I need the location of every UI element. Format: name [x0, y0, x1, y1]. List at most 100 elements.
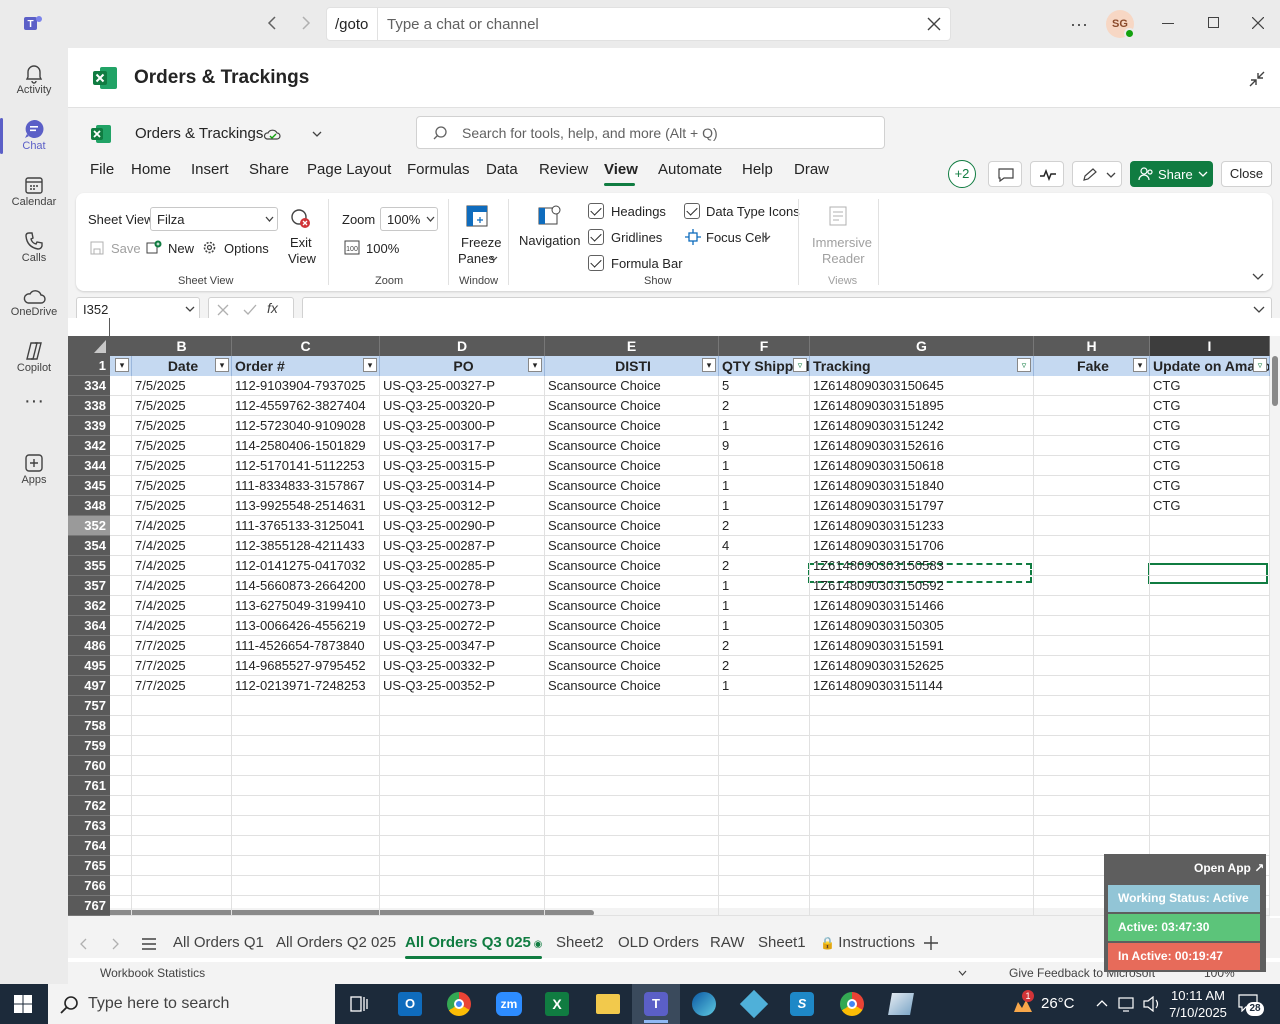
- table-cell[interactable]: 7/4/2025: [132, 616, 232, 636]
- volume-icon[interactable]: [1143, 996, 1161, 1012]
- rail-item-more[interactable]: ···: [0, 388, 68, 444]
- row-header[interactable]: 342: [68, 436, 110, 456]
- table-cell[interactable]: 1Z6148090303150583: [810, 556, 1034, 576]
- table-cell[interactable]: [110, 596, 132, 616]
- table-cell[interactable]: [110, 896, 132, 916]
- row-header[interactable]: 495: [68, 656, 110, 676]
- sheet-tab[interactable]: Sheet2: [556, 934, 604, 951]
- row-header[interactable]: 762: [68, 796, 110, 816]
- sheet-view-dropdown[interactable]: Filza: [150, 207, 278, 231]
- row-header[interactable]: 766: [68, 876, 110, 896]
- table-cell[interactable]: 7/4/2025: [132, 576, 232, 596]
- table-cell[interactable]: [810, 856, 1034, 876]
- sheet-tab[interactable]: All Orders Q2 025: [276, 934, 396, 951]
- table-cell[interactable]: [232, 716, 380, 736]
- table-cell[interactable]: [110, 436, 132, 456]
- table-cell[interactable]: [132, 776, 232, 796]
- table-cell[interactable]: 113-9925548-2514631: [232, 496, 380, 516]
- table-cell[interactable]: [380, 896, 545, 916]
- all-sheets-menu-icon[interactable]: [142, 938, 156, 950]
- table-cell[interactable]: 7/7/2025: [132, 676, 232, 696]
- table-cell[interactable]: [545, 756, 719, 776]
- table-cell[interactable]: 1Z6148090303151233: [810, 516, 1034, 536]
- table-cell[interactable]: 7/4/2025: [132, 516, 232, 536]
- row-header[interactable]: 486: [68, 636, 110, 656]
- table-cell[interactable]: [110, 756, 132, 776]
- network-icon[interactable]: [1118, 996, 1136, 1012]
- table-cell[interactable]: [810, 796, 1034, 816]
- catch-up-button[interactable]: [1030, 161, 1064, 187]
- table-cell[interactable]: 2: [719, 656, 810, 676]
- table-cell[interactable]: [380, 756, 545, 776]
- table-cell[interactable]: 4: [719, 536, 810, 556]
- table-cell[interactable]: US-Q3-25-00352-P: [380, 676, 545, 696]
- table-cell[interactable]: [232, 736, 380, 756]
- table-cell[interactable]: [110, 816, 132, 836]
- row-header[interactable]: 334: [68, 376, 110, 396]
- table-cell[interactable]: [110, 556, 132, 576]
- table-cell[interactable]: [719, 876, 810, 896]
- rail-item-calls[interactable]: Calls: [0, 222, 68, 278]
- tab-view[interactable]: View: [604, 161, 638, 178]
- table-cell[interactable]: 112-3855128-4211433: [232, 536, 380, 556]
- row-header[interactable]: 345: [68, 476, 110, 496]
- table-cell[interactable]: [1150, 636, 1270, 656]
- table-cell[interactable]: [380, 796, 545, 816]
- headings-checkbox[interactable]: [588, 203, 604, 219]
- vertical-scroll-thumb[interactable]: [1272, 356, 1278, 406]
- table-cell[interactable]: US-Q3-25-00315-P: [380, 456, 545, 476]
- table-cell[interactable]: [1034, 756, 1150, 776]
- table-cell[interactable]: [110, 476, 132, 496]
- app-diamond-icon[interactable]: [739, 989, 769, 1019]
- comments-button[interactable]: [988, 161, 1022, 187]
- table-cell[interactable]: 1Z6148090303150592: [810, 576, 1034, 596]
- table-cell[interactable]: [1150, 696, 1270, 716]
- teams-search-input[interactable]: Type a chat or channel: [387, 16, 539, 33]
- table-cell[interactable]: Scansource Choice: [545, 516, 719, 536]
- table-cell[interactable]: Scansource Choice: [545, 636, 719, 656]
- table-cell[interactable]: [132, 736, 232, 756]
- table-cell[interactable]: [132, 716, 232, 736]
- table-cell[interactable]: US-Q3-25-00300-P: [380, 416, 545, 436]
- table-cell[interactable]: [1034, 556, 1150, 576]
- table-cell[interactable]: 111-8334833-3157867: [232, 476, 380, 496]
- table-cell[interactable]: [1150, 576, 1270, 596]
- table-cell[interactable]: Scansource Choice: [545, 396, 719, 416]
- table-cell[interactable]: [110, 496, 132, 516]
- table-cell[interactable]: Scansource Choice: [545, 656, 719, 676]
- close-button[interactable]: Close: [1221, 161, 1272, 187]
- table-cell[interactable]: 112-4559762-3827404: [232, 396, 380, 416]
- gridlines-checkbox[interactable]: [588, 229, 604, 245]
- excel-search-input[interactable]: Search for tools, help, and more (Alt + …: [462, 125, 718, 141]
- focus-cell-icon[interactable]: [685, 229, 701, 245]
- table-cell[interactable]: 7/5/2025: [132, 396, 232, 416]
- table-cell[interactable]: Scansource Choice: [545, 496, 719, 516]
- table-cell[interactable]: US-Q3-25-00272-P: [380, 616, 545, 636]
- back-arrow-icon[interactable]: [266, 15, 278, 31]
- table-cell[interactable]: [1034, 456, 1150, 476]
- table-cell[interactable]: 1Z6148090303151895: [810, 396, 1034, 416]
- table-cell[interactable]: 1Z6148090303151797: [810, 496, 1034, 516]
- column-header-g[interactable]: G: [810, 336, 1034, 356]
- table-cell[interactable]: [1150, 816, 1270, 836]
- filter-dropdown-icon[interactable]: ▾: [1133, 358, 1147, 372]
- taskbar-search-input[interactable]: Type here to search: [88, 995, 229, 1013]
- close-window-icon[interactable]: [1252, 17, 1264, 29]
- table-cell[interactable]: [1034, 476, 1150, 496]
- table-cell[interactable]: 111-3765133-3125041: [232, 516, 380, 536]
- table-cell[interactable]: [1034, 796, 1150, 816]
- tab-insert[interactable]: Insert: [191, 161, 229, 178]
- table-cell[interactable]: 1Z6148090303150645: [810, 376, 1034, 396]
- excel-search-box[interactable]: Search for tools, help, and more (Alt + …: [416, 116, 885, 149]
- table-cell[interactable]: [1150, 516, 1270, 536]
- table-cell[interactable]: [1034, 736, 1150, 756]
- table-cell[interactable]: [810, 736, 1034, 756]
- table-cell[interactable]: [132, 756, 232, 776]
- table-cell[interactable]: [132, 796, 232, 816]
- table-cell[interactable]: [1034, 716, 1150, 736]
- cancel-entry-icon[interactable]: [217, 304, 229, 316]
- restore-icon[interactable]: [1208, 17, 1219, 28]
- table-cell[interactable]: [1034, 396, 1150, 416]
- table-cell[interactable]: 1: [719, 596, 810, 616]
- tab-automate[interactable]: Automate: [658, 161, 722, 178]
